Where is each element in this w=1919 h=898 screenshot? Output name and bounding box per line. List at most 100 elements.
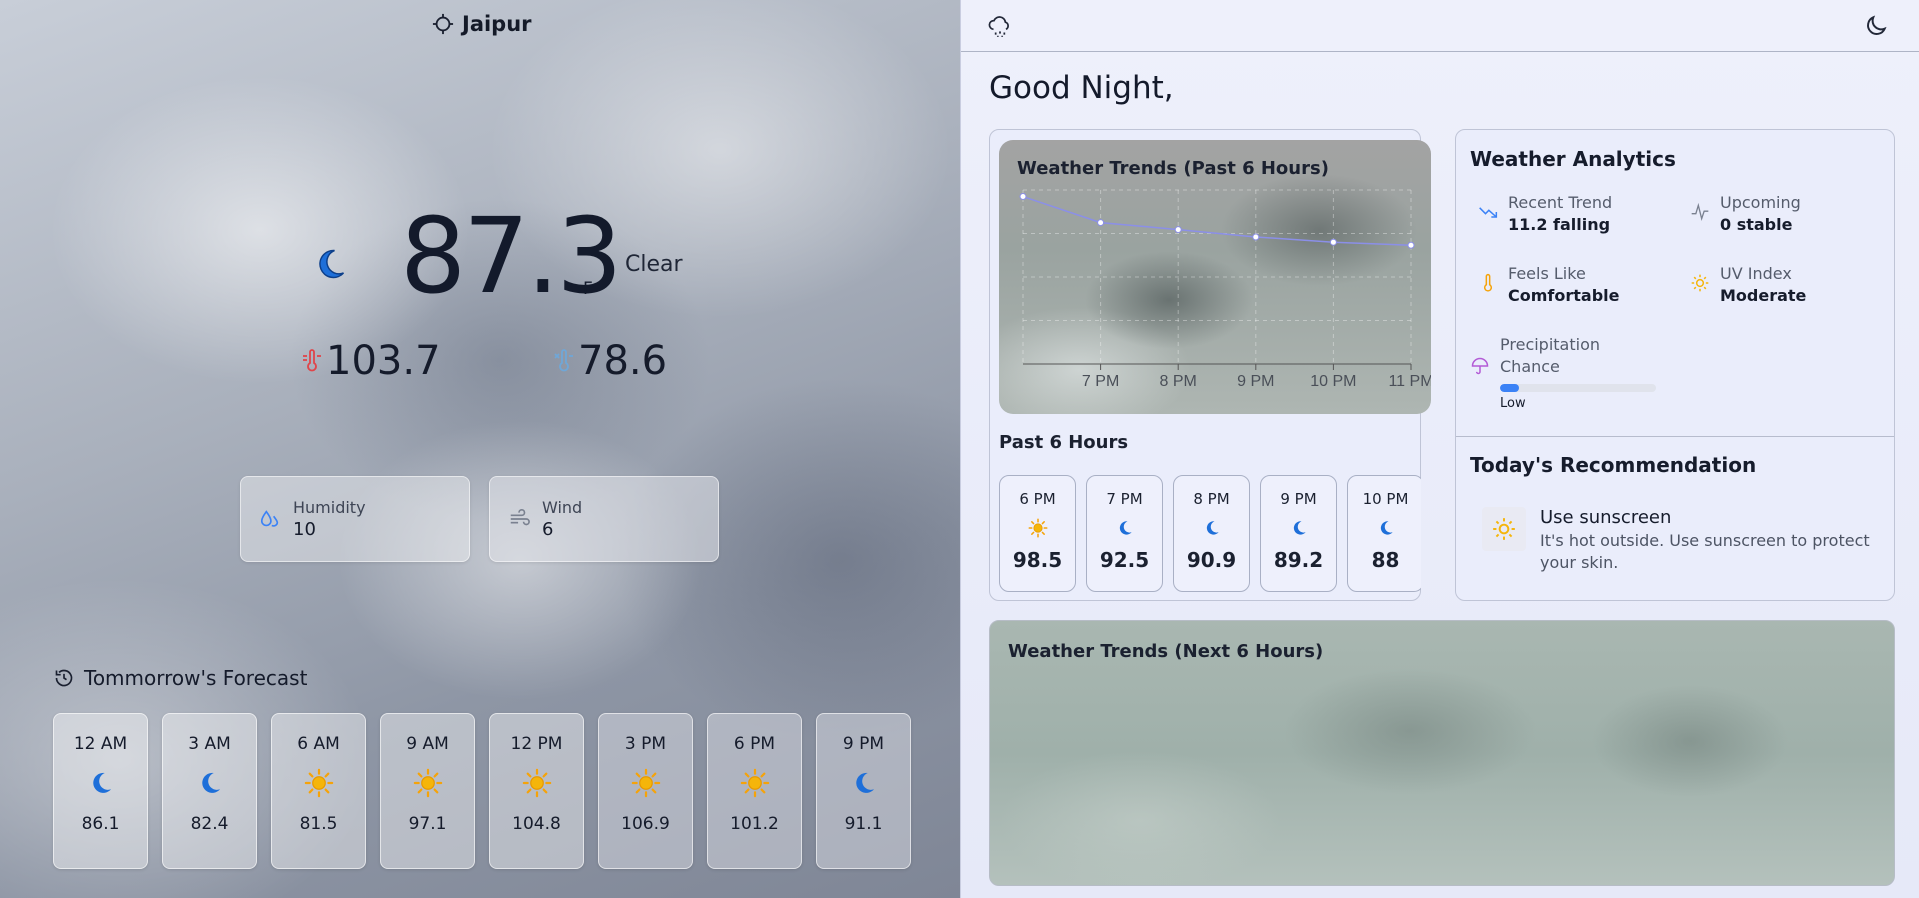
recommendation-title: Today's Recommendation: [1470, 453, 1757, 477]
recommendation-icon-box: [1482, 507, 1526, 551]
low-temperature: 78.6: [552, 338, 667, 384]
past-hour-temp: 92.5: [1099, 548, 1150, 572]
forecast-card[interactable]: 9 PM 91.1: [816, 713, 911, 869]
current-weather-panel: Jaipur 87.3 F Clear 103.7 78.6 Humidity …: [0, 0, 960, 898]
tomorrow-forecast-list: 12 AM 86.1 3 AM 82.4 6 AM 81.5 9 AM 97.1 12 PM 10…: [53, 713, 911, 869]
feels-like: Feels Like Comfortable: [1478, 263, 1678, 307]
sun-icon: [1493, 518, 1515, 540]
forecast-temp: 86.1: [81, 814, 120, 834]
recent-trend-label: Recent Trend: [1508, 193, 1613, 212]
precipitation-label: Precipitation Chance: [1500, 335, 1601, 376]
forecast-card[interactable]: 3 AM 82.4: [162, 713, 257, 869]
umbrella-icon: [1471, 357, 1489, 375]
forecast-card[interactable]: 6 PM 101.2: [707, 713, 802, 869]
past-hour-card[interactable]: 8 PM 90.9: [1173, 475, 1250, 592]
location[interactable]: Jaipur: [432, 12, 532, 36]
analytics-title: Weather Analytics: [1470, 147, 1676, 171]
forecast-temp: 104.8: [512, 814, 561, 834]
sun-icon: [304, 768, 333, 798]
location-crosshair-icon: [432, 13, 454, 35]
upcoming-label: Upcoming: [1720, 193, 1801, 212]
upcoming-trend: Upcoming 0 stable: [1690, 192, 1890, 236]
tomorrow-forecast-heading: Tommorrow's Forecast: [54, 666, 307, 690]
forecast-card[interactable]: 3 PM 106.9: [598, 713, 693, 869]
forecast-card[interactable]: 6 AM 81.5: [271, 713, 366, 869]
x-tick-label: 7 PM: [1082, 373, 1119, 390]
forecast-temp: 82.4: [190, 814, 229, 834]
activity-icon: [1691, 202, 1709, 222]
data-point: [1174, 226, 1182, 234]
forecast-time: 3 PM: [624, 734, 667, 754]
humidity-label: Humidity: [293, 498, 366, 517]
forecast-temp: 106.9: [621, 814, 670, 834]
moon-icon: [1293, 521, 1306, 535]
past-hour-time: 7 PM: [1106, 490, 1143, 508]
condition-text: Clear: [625, 252, 683, 277]
forecast-time: 6 AM: [297, 734, 340, 754]
sun-icon: [631, 768, 660, 798]
moon-icon: [1380, 521, 1393, 535]
x-tick-label: 8 PM: [1160, 373, 1197, 390]
forecast-card[interactable]: 12 PM 104.8: [489, 713, 584, 869]
cloud-rain-icon[interactable]: [987, 13, 1013, 39]
past-hours-panel: 7 PM 8 PM 9 PM 10 PM 11 PM Weather Trends (P…: [989, 129, 1431, 601]
precipitation-chance: Precipitation Chance Low: [1470, 334, 1670, 411]
past-trend-chart-title: Weather Trends (Past 6 Hours): [1017, 158, 1329, 179]
wind-label: Wind: [542, 498, 583, 517]
forecast-time: 3 AM: [188, 734, 231, 754]
sun-icon: [1691, 274, 1709, 292]
data-point: [1019, 193, 1027, 201]
forecast-temp: 91.1: [844, 814, 883, 834]
sun-icon: [1028, 518, 1047, 538]
high-temperature-value: 103.7: [326, 338, 441, 384]
next-trend-chart-title: Weather Trends (Next 6 Hours): [1008, 641, 1324, 662]
greeting: Good Night,: [989, 70, 1174, 106]
recommendation-item: Use sunscreen It's hot outside. Use suns…: [1482, 507, 1882, 574]
data-point: [1252, 233, 1260, 241]
past-hour-time: 6 PM: [1019, 490, 1056, 508]
analytics-panel: Weather Analytics Recent Trend 11.2 fall…: [1455, 129, 1895, 601]
forecast-time: 12 AM: [73, 734, 128, 754]
moon-icon: [1206, 521, 1219, 535]
recent-trend-value: 11.2 falling: [1508, 215, 1611, 234]
past-hour-card[interactable]: 7 PM 92.5: [1086, 475, 1163, 592]
tomorrow-forecast-title: Tommorrow's Forecast: [84, 666, 308, 690]
forecast-time: 9 AM: [406, 734, 449, 754]
divider: [1456, 436, 1894, 437]
past-trend-chart-svg: 7 PM 8 PM 9 PM 10 PM 11 PM: [1019, 189, 1431, 390]
forecast-time: 9 PM: [842, 734, 885, 754]
past-hour-temp: 89.2: [1273, 548, 1324, 572]
forecast-card[interactable]: 12 AM 86.1: [53, 713, 148, 869]
next-trend-chart: Weather Trends (Next 6 Hours): [989, 620, 1895, 886]
past-hour-card[interactable]: 6 PM 98.5: [999, 475, 1076, 592]
past-hours-strip[interactable]: 6 PM 98.5 7 PM 92.5 8 PM 90.9 9 PM 89.2 10 PM 881…: [999, 475, 1421, 593]
city-name: Jaipur: [462, 12, 532, 36]
forecast-temp: 81.5: [299, 814, 338, 834]
moon-icon[interactable]: [1863, 13, 1889, 39]
recommendation-description: It's hot outside. Use sunscreen to prote…: [1540, 531, 1870, 572]
past-hour-time: 10 PM: [1362, 490, 1409, 508]
low-temperature-value: 78.6: [578, 338, 668, 384]
recent-trend: Recent Trend 11.2 falling: [1478, 192, 1678, 236]
past-hour-temp: 98.5: [1012, 548, 1063, 572]
series-line: [1022, 195, 1412, 246]
history-icon: [55, 669, 73, 687]
feels-like-value: Comfortable: [1508, 286, 1620, 305]
data-point: [1407, 241, 1415, 249]
past-hour-card[interactable]: 10 PM 88: [1347, 475, 1421, 592]
sun-icon: [522, 768, 551, 798]
forecast-temp: 97.1: [408, 814, 447, 834]
thermometer-cold-icon: [554, 349, 573, 372]
forecast-time: 6 PM: [733, 734, 776, 754]
past-hour-temp: 88: [1371, 548, 1400, 572]
data-point: [1329, 238, 1337, 246]
trending-down-icon: [1479, 207, 1498, 218]
past-hours-label: Past 6 Hours: [999, 432, 1129, 453]
temperature-unit: F: [583, 279, 593, 299]
humidity-card: Humidity 10: [240, 476, 470, 562]
x-tick-label: 10 PM: [1310, 373, 1356, 390]
forecast-card[interactable]: 9 AM 97.1: [380, 713, 475, 869]
thermometer-hot-icon: [303, 349, 321, 372]
past-hour-card[interactable]: 9 PM 89.2: [1260, 475, 1337, 592]
x-tick-label: 11 PM: [1388, 373, 1431, 390]
